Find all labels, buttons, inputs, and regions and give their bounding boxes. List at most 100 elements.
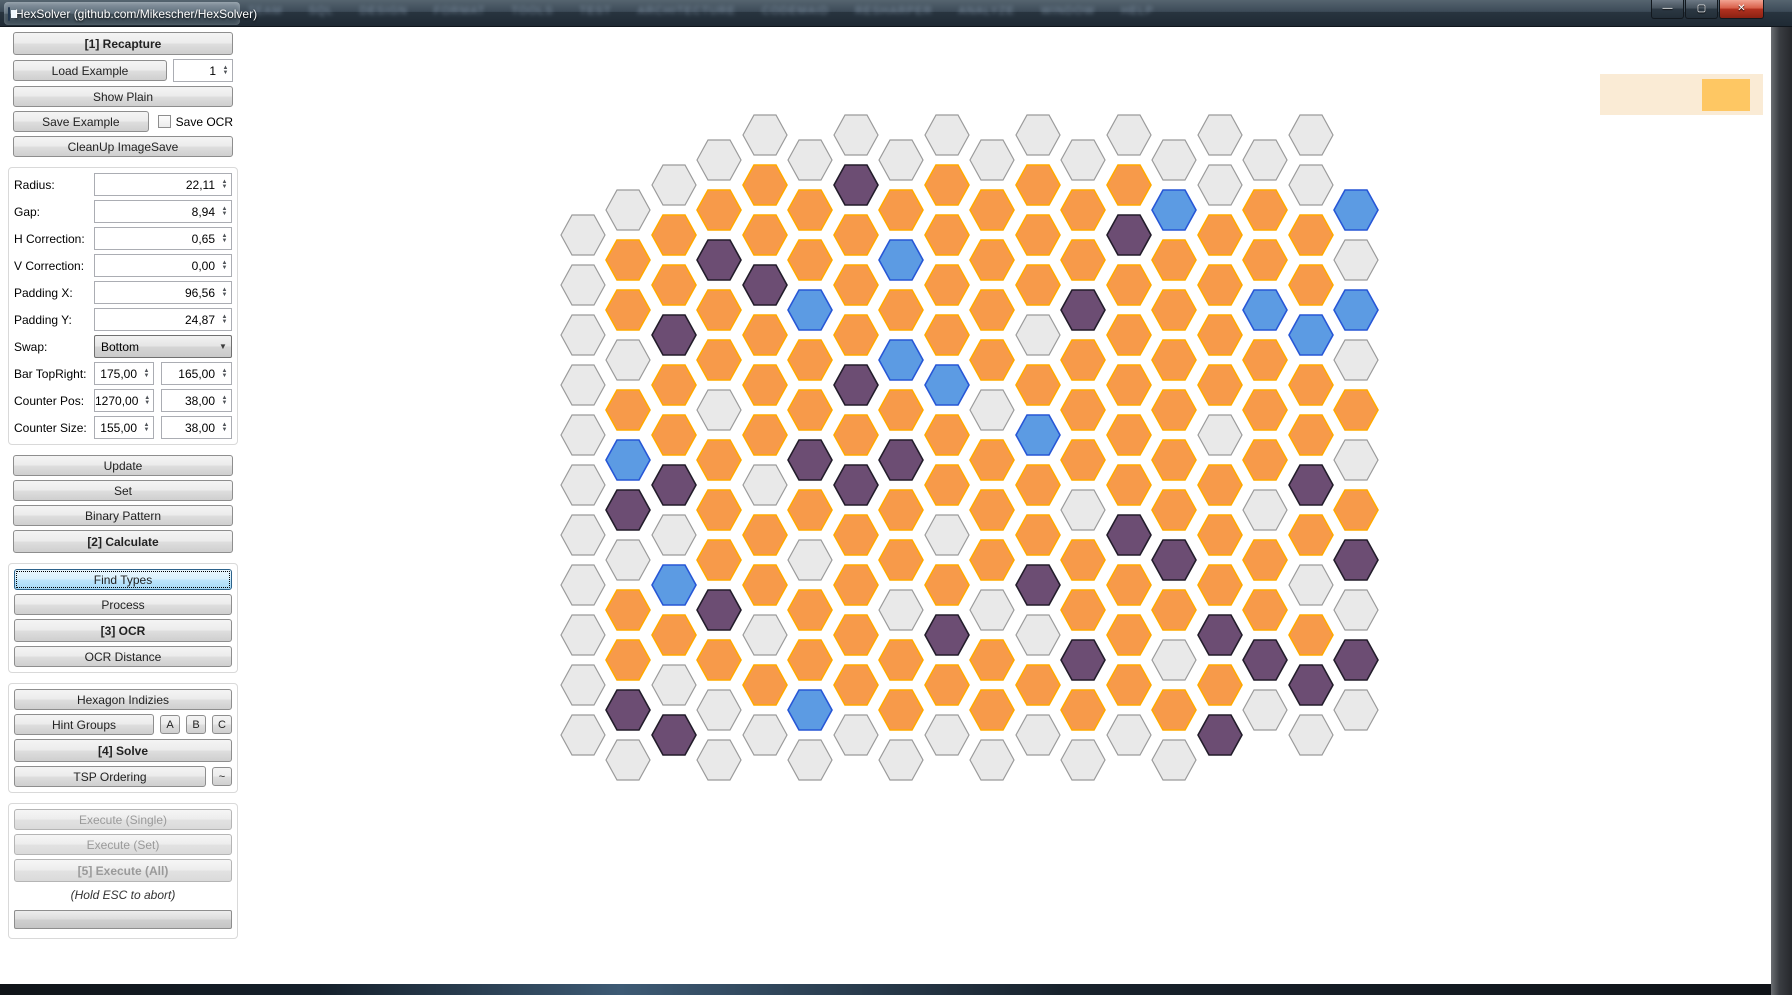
blue-cell[interactable] bbox=[788, 690, 832, 730]
purple-cell[interactable] bbox=[697, 590, 741, 630]
orange-cell[interactable] bbox=[1152, 590, 1196, 630]
orange-cell[interactable] bbox=[879, 640, 923, 680]
purple-cell[interactable] bbox=[1061, 290, 1105, 330]
blue-cell[interactable] bbox=[1334, 190, 1378, 230]
grey-cell[interactable] bbox=[925, 115, 969, 155]
orange-cell[interactable] bbox=[1243, 540, 1287, 580]
orange-cell[interactable] bbox=[743, 415, 787, 455]
grey-cell[interactable] bbox=[970, 140, 1014, 180]
orange-cell[interactable] bbox=[1107, 265, 1151, 305]
orange-cell[interactable] bbox=[1243, 190, 1287, 230]
orange-cell[interactable] bbox=[1289, 515, 1333, 555]
blue-cell[interactable] bbox=[606, 440, 650, 480]
purple-cell[interactable] bbox=[1198, 715, 1242, 755]
orange-cell[interactable] bbox=[970, 190, 1014, 230]
orange-cell[interactable] bbox=[1152, 440, 1196, 480]
grey-cell[interactable] bbox=[834, 115, 878, 155]
orange-cell[interactable] bbox=[1289, 265, 1333, 305]
orange-cell[interactable] bbox=[1016, 215, 1060, 255]
orange-cell[interactable] bbox=[743, 215, 787, 255]
grey-cell[interactable] bbox=[652, 665, 696, 705]
grey-cell[interactable] bbox=[743, 115, 787, 155]
grey-cell[interactable] bbox=[1243, 690, 1287, 730]
orange-cell[interactable] bbox=[925, 215, 969, 255]
orange-cell[interactable] bbox=[1107, 465, 1151, 505]
grey-cell[interactable] bbox=[697, 140, 741, 180]
orange-cell[interactable] bbox=[1289, 215, 1333, 255]
orange-cell[interactable] bbox=[1289, 365, 1333, 405]
orange-cell[interactable] bbox=[925, 415, 969, 455]
grey-cell[interactable] bbox=[561, 615, 605, 655]
purple-cell[interactable] bbox=[788, 440, 832, 480]
orange-cell[interactable] bbox=[652, 265, 696, 305]
orange-cell[interactable] bbox=[925, 465, 969, 505]
purple-cell[interactable] bbox=[1289, 465, 1333, 505]
purple-cell[interactable] bbox=[1334, 640, 1378, 680]
orange-cell[interactable] bbox=[1198, 215, 1242, 255]
orange-cell[interactable] bbox=[1152, 290, 1196, 330]
orange-cell[interactable] bbox=[1061, 190, 1105, 230]
orange-cell[interactable] bbox=[743, 315, 787, 355]
orange-cell[interactable] bbox=[1243, 390, 1287, 430]
orange-cell[interactable] bbox=[1243, 240, 1287, 280]
grey-cell[interactable] bbox=[1289, 115, 1333, 155]
orange-cell[interactable] bbox=[1107, 565, 1151, 605]
purple-cell[interactable] bbox=[1016, 565, 1060, 605]
purple-cell[interactable] bbox=[652, 315, 696, 355]
grey-cell[interactable] bbox=[561, 515, 605, 555]
grey-cell[interactable] bbox=[1152, 740, 1196, 780]
purple-cell[interactable] bbox=[697, 240, 741, 280]
orange-cell[interactable] bbox=[970, 440, 1014, 480]
orange-cell[interactable] bbox=[1061, 440, 1105, 480]
orange-cell[interactable] bbox=[1198, 315, 1242, 355]
orange-cell[interactable] bbox=[1152, 390, 1196, 430]
grey-cell[interactable] bbox=[970, 390, 1014, 430]
orange-cell[interactable] bbox=[1198, 565, 1242, 605]
purple-cell[interactable] bbox=[834, 165, 878, 205]
orange-cell[interactable] bbox=[1061, 590, 1105, 630]
purple-cell[interactable] bbox=[1152, 540, 1196, 580]
grey-cell[interactable] bbox=[697, 390, 741, 430]
orange-cell[interactable] bbox=[970, 640, 1014, 680]
orange-cell[interactable] bbox=[697, 490, 741, 530]
grey-cell[interactable] bbox=[606, 740, 650, 780]
orange-cell[interactable] bbox=[879, 390, 923, 430]
orange-cell[interactable] bbox=[834, 515, 878, 555]
purple-cell[interactable] bbox=[1334, 540, 1378, 580]
orange-cell[interactable] bbox=[788, 340, 832, 380]
orange-cell[interactable] bbox=[743, 365, 787, 405]
grey-cell[interactable] bbox=[1152, 140, 1196, 180]
orange-cell[interactable] bbox=[879, 290, 923, 330]
purple-cell[interactable] bbox=[1289, 665, 1333, 705]
orange-cell[interactable] bbox=[1061, 540, 1105, 580]
grey-cell[interactable] bbox=[1016, 315, 1060, 355]
orange-cell[interactable] bbox=[1107, 365, 1151, 405]
orange-cell[interactable] bbox=[1334, 490, 1378, 530]
orange-cell[interactable] bbox=[743, 665, 787, 705]
orange-cell[interactable] bbox=[788, 190, 832, 230]
orange-cell[interactable] bbox=[879, 490, 923, 530]
orange-cell[interactable] bbox=[970, 240, 1014, 280]
grey-cell[interactable] bbox=[652, 515, 696, 555]
blue-cell[interactable] bbox=[788, 290, 832, 330]
orange-cell[interactable] bbox=[1152, 340, 1196, 380]
purple-cell[interactable] bbox=[834, 365, 878, 405]
orange-cell[interactable] bbox=[743, 515, 787, 555]
grey-cell[interactable] bbox=[1198, 115, 1242, 155]
purple-cell[interactable] bbox=[652, 465, 696, 505]
grey-cell[interactable] bbox=[1334, 590, 1378, 630]
orange-cell[interactable] bbox=[925, 565, 969, 605]
orange-cell[interactable] bbox=[606, 290, 650, 330]
orange-cell[interactable] bbox=[970, 540, 1014, 580]
grey-cell[interactable] bbox=[697, 740, 741, 780]
grey-cell[interactable] bbox=[743, 465, 787, 505]
grey-cell[interactable] bbox=[606, 190, 650, 230]
orange-cell[interactable] bbox=[1016, 665, 1060, 705]
orange-cell[interactable] bbox=[1016, 515, 1060, 555]
orange-cell[interactable] bbox=[834, 665, 878, 705]
orange-cell[interactable] bbox=[834, 615, 878, 655]
purple-cell[interactable] bbox=[652, 715, 696, 755]
orange-cell[interactable] bbox=[1107, 165, 1151, 205]
orange-cell[interactable] bbox=[743, 165, 787, 205]
orange-cell[interactable] bbox=[1061, 390, 1105, 430]
